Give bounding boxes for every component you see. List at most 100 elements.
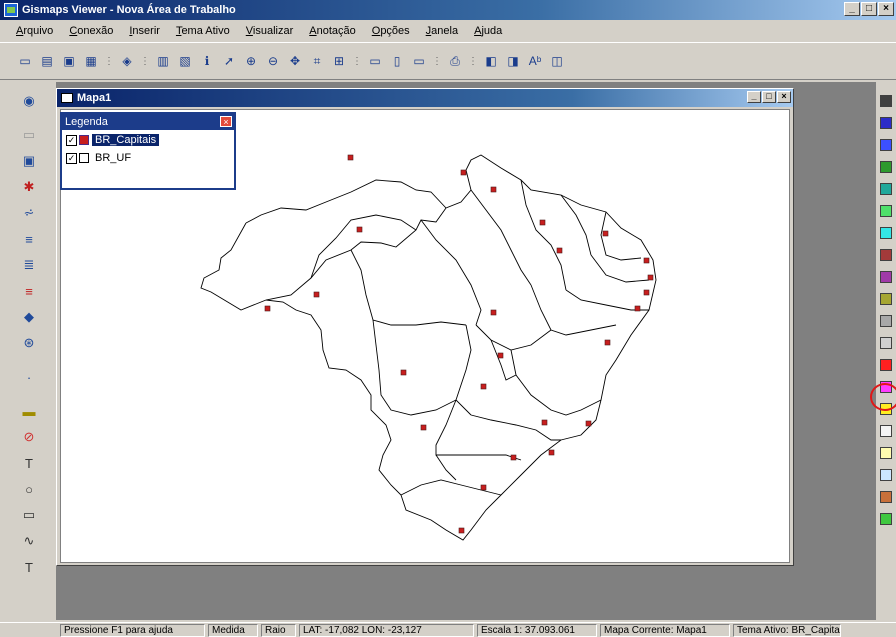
color-swatch[interactable] [880, 249, 892, 261]
map-close-button[interactable]: × [777, 91, 791, 103]
histogram-icon[interactable]: ≣ [18, 254, 40, 276]
capital-marker [585, 420, 592, 427]
layer-visibility-checkbox[interactable]: ✓ [66, 134, 77, 146]
capital-marker [480, 484, 487, 491]
bar-chart-icon[interactable]: ≡ [18, 228, 40, 250]
capital-marker [643, 289, 650, 296]
point-symbol-icon [79, 135, 89, 145]
new-workspace-icon[interactable]: ▭ [14, 50, 36, 72]
edit-theme-icon[interactable]: ◨ [502, 50, 524, 72]
menu-visualizar[interactable]: Visualizar [238, 25, 302, 37]
point-edit-icon[interactable]: ✱ [18, 176, 40, 198]
text-font-icon[interactable]: Aᵇ [524, 50, 546, 72]
color-swatch[interactable] [880, 513, 892, 525]
full-extent-icon[interactable]: ⊞ [328, 50, 350, 72]
globe-icon[interactable]: ◉ [18, 90, 40, 112]
capital-marker [539, 219, 546, 226]
legend-layer-label[interactable]: BR_Capitais [92, 134, 160, 146]
state-border [590, 254, 650, 283]
color-swatch[interactable] [880, 95, 892, 107]
capital-marker [541, 419, 548, 426]
capital-marker [497, 352, 504, 359]
circle-icon[interactable]: ○ [18, 478, 40, 500]
menu-arquivo[interactable]: Arquivo [8, 25, 61, 37]
text-icon[interactable]: T [18, 452, 40, 474]
color-swatch[interactable] [880, 469, 892, 481]
color-swatch[interactable] [880, 271, 892, 283]
map-minimize-button[interactable]: _ [747, 91, 761, 103]
menu-conexao[interactable]: Conexão [61, 25, 121, 37]
ruler-icon[interactable]: ▬ [18, 400, 40, 422]
state-border [435, 454, 457, 481]
legend-icon[interactable]: ◫ [546, 50, 568, 72]
save-icon[interactable]: ▣ [58, 50, 80, 72]
measure-icon[interactable]: ▭ [408, 50, 430, 72]
color-swatch[interactable] [880, 139, 892, 151]
maximize-button[interactable]: □ [861, 2, 877, 16]
legend-item-br-capitais[interactable]: ✓ BR_Capitais [62, 132, 234, 148]
window-controls: _ □ × [844, 2, 894, 16]
map-window-title: Mapa1 [77, 92, 112, 104]
color-swatch[interactable] [880, 447, 892, 459]
info-icon[interactable]: ℹ [196, 50, 218, 72]
layer-visibility-checkbox[interactable]: ✓ [66, 152, 77, 164]
color-swatch[interactable] [880, 337, 892, 349]
status-bar: Pressione F1 para ajuda Medida Raio LAT:… [0, 622, 896, 637]
text-label-icon[interactable]: T [18, 556, 40, 578]
color-swatch[interactable] [880, 491, 892, 503]
color-swatch[interactable] [880, 117, 892, 129]
add-theme-icon[interactable]: ◧ [480, 50, 502, 72]
color-swatch[interactable] [880, 425, 892, 437]
print-icon[interactable]: ⎙ [444, 50, 466, 72]
legend-title: Legenda [65, 116, 108, 128]
document-icon [61, 93, 73, 103]
pan-icon[interactable]: ✥ [284, 50, 306, 72]
polyline-icon[interactable]: ∿ [18, 530, 40, 552]
menu-anotacao[interactable]: Anotação [301, 25, 364, 37]
menu-ajuda[interactable]: Ajuda [466, 25, 510, 37]
radius-icon[interactable]: ⊘ [18, 426, 40, 448]
color-swatch[interactable] [880, 359, 892, 371]
menu-opcoes[interactable]: Opções [364, 25, 418, 37]
color-swatch[interactable] [880, 315, 892, 327]
menu-janela[interactable]: Janela [418, 25, 466, 37]
legend-close-button[interactable]: × [220, 116, 232, 127]
attribute-icon[interactable]: ▧ [174, 50, 196, 72]
select-layer-icon[interactable]: ▣ [18, 150, 40, 172]
capital-marker [460, 169, 467, 176]
north-border [245, 179, 447, 224]
state-border [560, 194, 592, 256]
select-pointer-icon[interactable]: ➚ [218, 50, 240, 72]
table-icon[interactable]: ▥ [152, 50, 174, 72]
legend-item-br-uf[interactable]: ✓ BR_UF [62, 150, 234, 166]
rectangle-icon[interactable]: ▭ [18, 504, 40, 526]
minimize-button[interactable]: _ [844, 2, 860, 16]
menu-inserir[interactable]: Inserir [121, 25, 168, 37]
color-swatch[interactable] [880, 183, 892, 195]
legend-layer-label[interactable]: BR_UF [92, 152, 134, 164]
color-swatch[interactable] [880, 161, 892, 173]
tile-icon[interactable]: ▯ [386, 50, 408, 72]
window-arrange-icon[interactable]: ▭ [364, 50, 386, 72]
zoom-in-icon[interactable]: ⊕ [240, 50, 262, 72]
chart-icon[interactable]: ⩫ [18, 202, 40, 224]
capital-marker [604, 339, 611, 346]
layout-icon[interactable]: ▦ [80, 50, 102, 72]
search-map-icon[interactable]: ⊛ [18, 332, 40, 354]
color-swatch[interactable] [880, 227, 892, 239]
layers-icon[interactable]: ◆ [18, 306, 40, 328]
close-button[interactable]: × [878, 2, 894, 16]
state-border [310, 214, 417, 279]
legend-titlebar[interactable]: Legenda × [62, 114, 234, 130]
view-icon[interactable]: ▭ [18, 124, 40, 146]
stacked-icon[interactable]: ≡ [18, 280, 40, 302]
theme-icon[interactable]: ◈ [116, 50, 138, 72]
fit-extent-icon[interactable]: ⌗ [306, 50, 328, 72]
zoom-out-icon[interactable]: ⊖ [262, 50, 284, 72]
color-swatch[interactable] [880, 205, 892, 217]
color-swatch[interactable] [880, 293, 892, 305]
map-maximize-button[interactable]: □ [762, 91, 776, 103]
map-window-titlebar[interactable]: Mapa1 _ □ × [57, 89, 793, 107]
menu-tema-ativo[interactable]: Tema Ativo [168, 25, 238, 37]
open-icon[interactable]: ▤ [36, 50, 58, 72]
